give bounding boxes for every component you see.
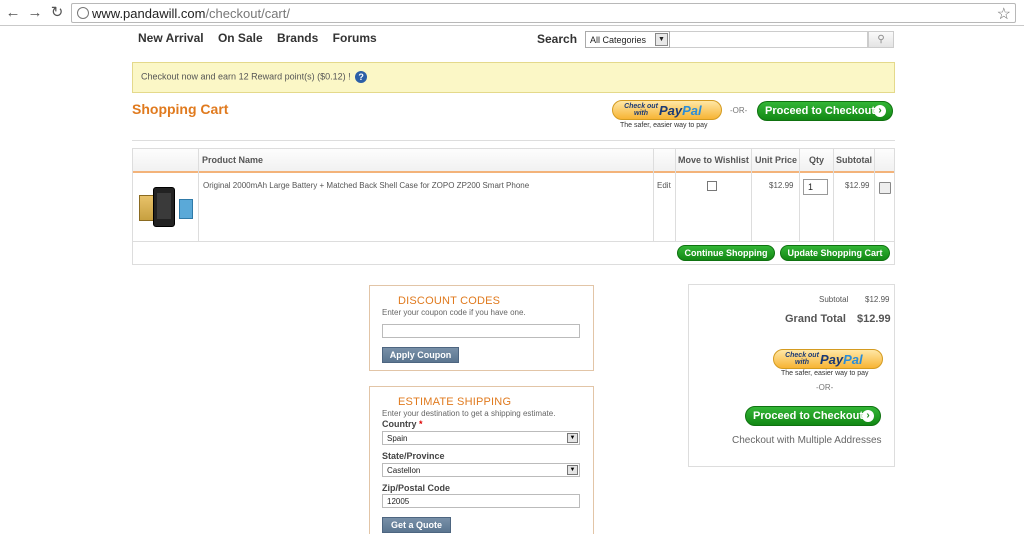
zip-input[interactable]: 12005 [382, 494, 580, 508]
address-bar[interactable]: www.pandawill.com/checkout/cart/ ☆ [71, 3, 1016, 23]
reward-notice: Checkout now and earn 12 Reward point(s)… [132, 62, 895, 93]
paypal-checkout-with: Check out with [785, 352, 819, 366]
totals-panel: Subtotal $12.99 Grand Total $12.99 Check… [688, 284, 895, 467]
header-qty: Qty [809, 155, 825, 165]
page-title: Shopping Cart [132, 101, 229, 117]
cart-table: Product Name Move to Wishlist Unit Price… [132, 148, 895, 265]
edit-link[interactable]: Edit [657, 181, 671, 190]
nav-forums[interactable]: Forums [333, 31, 377, 45]
qty-input[interactable]: 1 [803, 179, 828, 195]
apply-coupon-button[interactable]: Apply Coupon [382, 347, 459, 363]
chevron-right-icon: › [874, 105, 886, 117]
subtotal-value: $12.99 [865, 295, 890, 304]
country-select[interactable]: Spain ▼ [382, 431, 580, 445]
header-product-name: Product Name [202, 155, 264, 165]
paypal-tagline: The safer, easier way to pay [781, 370, 869, 377]
item-subtotal: $12.99 [845, 181, 870, 190]
subtotal-label: Subtotal [819, 295, 849, 304]
column-divider [874, 149, 875, 241]
dropdown-arrow-icon: ▼ [655, 33, 668, 46]
trash-icon[interactable] [879, 182, 891, 194]
proceed-to-checkout-button[interactable]: Proceed to Checkout › [757, 101, 893, 121]
header-move-to-wishlist: Move to Wishlist [678, 155, 749, 165]
grand-total-label: Grand Total [785, 313, 846, 325]
reward-text: Checkout now and earn 12 Reward point(s)… [141, 71, 351, 82]
grand-total-value: $12.99 [857, 313, 891, 325]
category-select[interactable]: All Categories ▼ [585, 31, 670, 48]
state-select[interactable]: Castellon ▼ [382, 463, 580, 477]
shipping-title: ESTIMATE SHIPPING [398, 396, 512, 408]
state-label: State/Province [382, 451, 445, 461]
bookmark-star-icon[interactable]: ☆ [997, 4, 1011, 24]
forward-arrow-icon[interactable]: → [25, 3, 45, 23]
estimate-shipping-panel: ESTIMATE SHIPPING Enter your destination… [369, 386, 594, 534]
column-divider [833, 149, 834, 241]
nav-brands[interactable]: Brands [277, 31, 318, 45]
back-arrow-icon[interactable]: ← [3, 3, 23, 23]
or-separator: -OR- [816, 383, 834, 392]
divider [133, 241, 894, 242]
shipping-subtitle: Enter your destination to get a shipping… [382, 409, 556, 418]
country-value: Spain [387, 434, 408, 443]
divider [132, 140, 895, 141]
paypal-logo: PayPal [820, 352, 863, 367]
proceed-to-checkout-label: Proceed to Checkout [752, 410, 864, 422]
column-divider [751, 149, 752, 241]
reload-icon[interactable]: ↻ [47, 3, 67, 23]
dropdown-arrow-icon: ▼ [567, 465, 578, 475]
column-divider [198, 149, 199, 241]
dropdown-arrow-icon: ▼ [567, 433, 578, 443]
chevron-right-icon: › [862, 410, 874, 422]
paypal-checkout-button[interactable]: Check out with PayPal [612, 100, 722, 120]
column-divider [799, 149, 800, 241]
search-icon[interactable]: ⚲ [868, 31, 894, 48]
category-selected: All Categories [590, 35, 647, 45]
globe-icon [77, 7, 89, 19]
discount-subtitle: Enter your coupon code if you have one. [382, 308, 526, 317]
continue-shopping-button[interactable]: Continue Shopping [677, 245, 775, 261]
product-thumbnail[interactable] [139, 185, 193, 229]
top-navigation: New Arrival On Sale Brands Forums [138, 31, 388, 45]
proceed-to-checkout-button[interactable]: Proceed to Checkout › [745, 406, 881, 426]
proceed-to-checkout-label: Proceed to Checkout [764, 105, 876, 117]
search-label: Search [537, 32, 578, 46]
paypal-logo: PayPal [659, 103, 702, 118]
move-to-wishlist-checkbox[interactable] [707, 181, 717, 191]
search-input[interactable] [670, 31, 868, 48]
cart-table-header: Product Name Move to Wishlist Unit Price… [133, 149, 894, 173]
phone-image [153, 187, 175, 227]
paypal-checkout-button[interactable]: Check out with PayPal [773, 349, 883, 369]
update-shopping-cart-button[interactable]: Update Shopping Cart [780, 245, 890, 261]
header-unit-price: Unit Price [755, 155, 798, 165]
browser-toolbar: ← → ↻ www.pandawill.com/checkout/cart/ ☆ [0, 0, 1024, 26]
country-label: Country * [382, 419, 423, 429]
column-divider [675, 149, 676, 241]
header-subtotal: Subtotal [836, 155, 872, 165]
discount-codes-panel: DISCOUNT CODES Enter your coupon code if… [369, 285, 594, 371]
get-a-quote-button[interactable]: Get a Quote [382, 517, 451, 533]
unit-price: $12.99 [769, 181, 794, 190]
product-name-link[interactable]: Original 2000mAh Large Battery + Matched… [203, 181, 643, 190]
nav-on-sale[interactable]: On Sale [218, 31, 263, 45]
or-separator: -OR- [730, 106, 748, 115]
battery-image [179, 199, 193, 219]
nav-new-arrival[interactable]: New Arrival [138, 31, 204, 45]
zip-label: Zip/Postal Code [382, 483, 451, 493]
paypal-tagline: The safer, easier way to pay [620, 122, 708, 129]
coupon-code-input[interactable] [382, 324, 580, 338]
discount-title: DISCOUNT CODES [398, 295, 501, 307]
column-divider [653, 149, 654, 241]
paypal-checkout-with: Check out with [624, 103, 658, 117]
state-value: Castellon [387, 466, 421, 475]
help-icon[interactable]: ? [355, 71, 368, 83]
url-text: www.pandawill.com/checkout/cart/ [92, 6, 290, 21]
multiple-addresses-link[interactable]: Checkout with Multiple Addresses [732, 435, 882, 446]
